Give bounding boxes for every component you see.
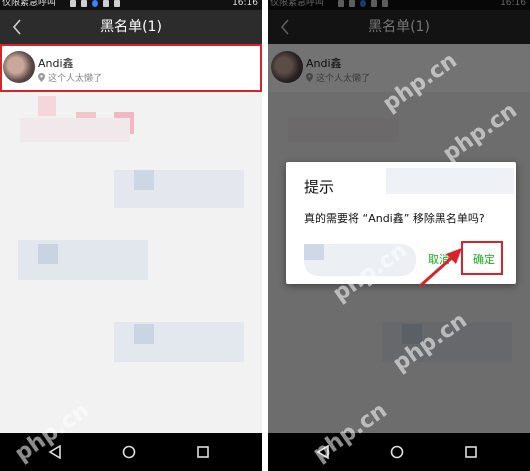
notification-icon <box>114 0 120 7</box>
dialog-title: 提示 <box>304 178 335 196</box>
contact-name: Andi鑫 <box>38 57 74 70</box>
contact-signature: 这个人太懒了 <box>38 71 102 84</box>
square-recent-icon <box>465 446 477 458</box>
status-icons <box>70 0 125 10</box>
blurred-content <box>38 96 56 116</box>
circle-home-icon <box>390 445 404 459</box>
location-pin-icon <box>38 73 45 82</box>
notification-icon <box>81 0 87 7</box>
navigation-bar <box>268 433 530 471</box>
circle-home-icon <box>122 445 136 459</box>
avatar <box>3 51 35 83</box>
app-notification-icon <box>92 0 98 7</box>
blurred-content <box>20 118 130 142</box>
carrier-text: 仅限紧急呼叫 <box>2 0 57 8</box>
dialog-message: 真的需要将 “Andi鑫” 移除黑名单吗? <box>304 212 485 225</box>
highlight-box <box>461 241 503 275</box>
blurred-content <box>134 324 154 344</box>
arrow-icon <box>419 248 462 288</box>
title-bar: 黑名单(1) <box>0 10 262 44</box>
blurred-content <box>38 244 58 264</box>
blurred-content <box>304 244 324 260</box>
clock: 16:16 <box>232 0 258 8</box>
nav-recent-button[interactable] <box>192 441 214 463</box>
notification-icon <box>103 0 109 7</box>
blacklist-screen-with-dialog: 仅限紧急呼叫 16:16 黑名单(1) Andi鑫 这个人太懒了 提示 真的需要… <box>268 0 530 471</box>
nav-home-button[interactable] <box>118 441 140 463</box>
nav-home-button[interactable] <box>386 441 408 463</box>
signature-text: 这个人太懒了 <box>48 74 103 84</box>
square-recent-icon <box>197 446 209 458</box>
status-bar: 仅限紧急呼叫 16:16 <box>0 0 262 10</box>
blurred-content <box>134 170 154 190</box>
nav-recent-button[interactable] <box>460 441 482 463</box>
blacklist-screen: 仅限紧急呼叫 16:16 黑名单(1) Andi鑫 这个人太懒了 php.cn <box>0 0 262 471</box>
page-title: 黑名单(1) <box>100 19 162 35</box>
notification-icon <box>70 0 76 7</box>
blurred-content <box>386 168 514 194</box>
